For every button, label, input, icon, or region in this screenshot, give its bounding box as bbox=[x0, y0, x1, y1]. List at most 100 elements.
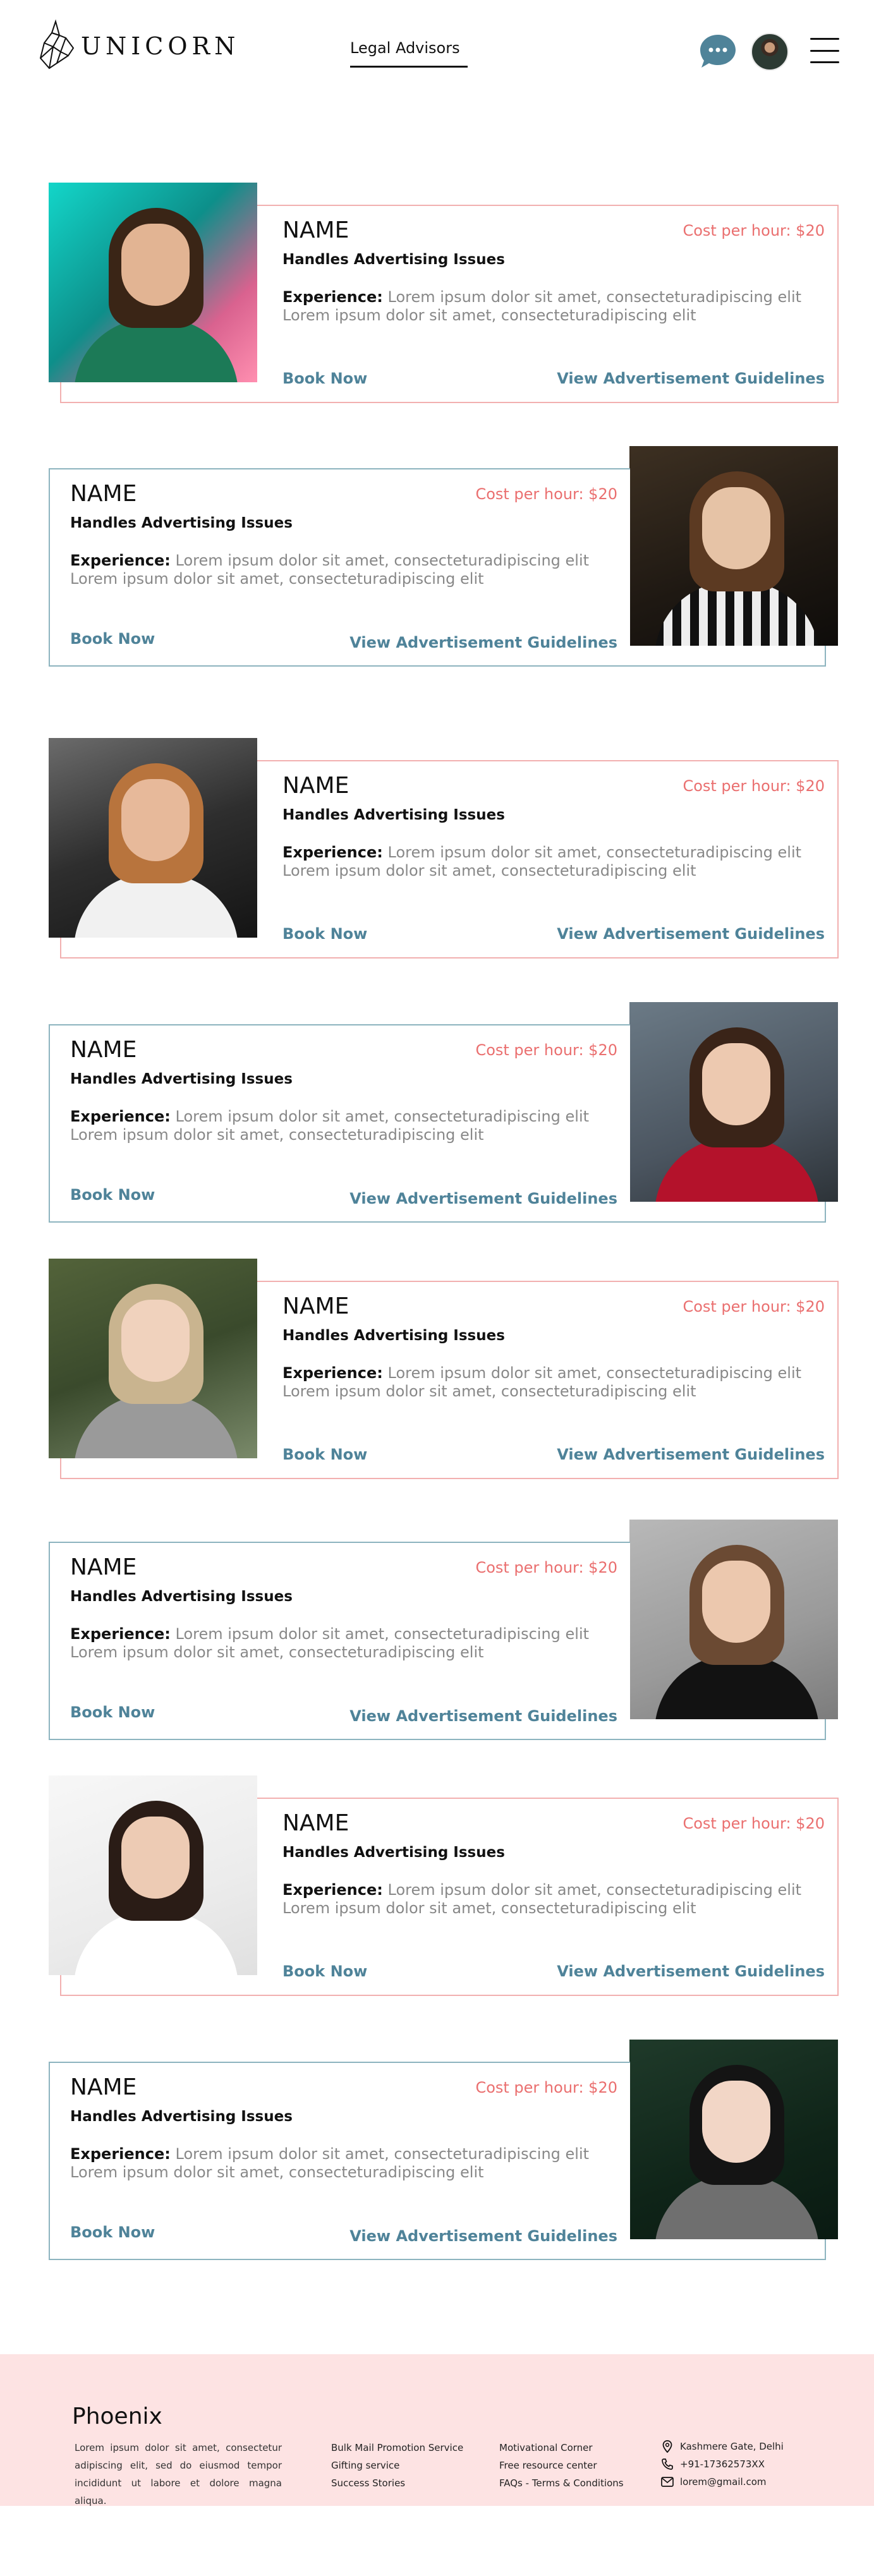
advisor-role: Handles Advertising Issues bbox=[282, 1844, 505, 1861]
advisor-role: Handles Advertising Issues bbox=[70, 1588, 293, 1605]
advisor-card: NAME Handles Advertising Issues Cost per h… bbox=[0, 1775, 874, 1996]
advisor-cost: Cost per hour: $20 bbox=[683, 1298, 825, 1315]
advisor-experience: Experience: Lorem ipsum dolor sit amet, … bbox=[70, 552, 607, 588]
footer-brand: Phoenix bbox=[72, 2404, 162, 2429]
advisor-info: NAME Handles Advertising Issues Cost per h… bbox=[49, 1024, 630, 1223]
advisor-name: NAME bbox=[70, 1554, 137, 1580]
advisor-info: NAME Handles Advertising Issues Cost per h… bbox=[49, 1542, 630, 1740]
advisor-experience: Experience: Lorem ipsum dolor sit amet, … bbox=[70, 1625, 607, 1662]
book-now-button[interactable]: Book Now bbox=[70, 1703, 155, 1721]
advisor-info: NAME Handles Advertising Issues Cost per h… bbox=[257, 205, 839, 403]
experience-label: Experience: bbox=[282, 1364, 383, 1382]
advisor-card: NAME Handles Advertising Issues Cost per h… bbox=[0, 1259, 874, 1479]
book-now-button[interactable]: Book Now bbox=[70, 630, 155, 648]
advisor-photo bbox=[49, 1259, 257, 1458]
book-now-button[interactable]: Book Now bbox=[282, 1446, 367, 1463]
advisor-cost: Cost per hour: $20 bbox=[683, 222, 825, 239]
book-now-button[interactable]: Book Now bbox=[282, 1962, 367, 1980]
footer-link[interactable]: FAQs - Terms & Conditions bbox=[499, 2474, 624, 2492]
advisor-experience: Experience: Lorem ipsum dolor sit amet, … bbox=[282, 1881, 820, 1918]
advisor-experience: Experience: Lorem ipsum dolor sit amet, … bbox=[282, 844, 820, 880]
view-guidelines-link[interactable]: View Advertisement Guidelines bbox=[349, 1707, 617, 1725]
phone-icon bbox=[661, 2458, 674, 2470]
unicorn-head-icon bbox=[39, 19, 75, 70]
advisor-photo bbox=[49, 183, 257, 382]
experience-label: Experience: bbox=[282, 844, 383, 861]
book-now-button[interactable]: Book Now bbox=[282, 370, 367, 387]
mail-icon bbox=[661, 2476, 674, 2488]
chat-button[interactable] bbox=[699, 33, 737, 69]
advisor-cost: Cost per hour: $20 bbox=[475, 1559, 617, 1576]
brand-logo[interactable]: UNICORN bbox=[38, 19, 240, 73]
advisor-cost: Cost per hour: $20 bbox=[475, 1041, 617, 1059]
advisor-experience: Experience: Lorem ipsum dolor sit amet, … bbox=[282, 288, 820, 325]
hamburger-menu-icon[interactable] bbox=[810, 35, 839, 66]
advisor-cost: Cost per hour: $20 bbox=[683, 1815, 825, 1832]
footer-link[interactable]: Gifting service bbox=[331, 2457, 463, 2474]
site-footer: Phoenix Lorem ipsum dolor sit amet, cons… bbox=[0, 2354, 874, 2506]
advisor-name: NAME bbox=[282, 217, 349, 243]
advisor-role: Handles Advertising Issues bbox=[70, 515, 293, 531]
site-header: UNICORN Legal Advisors bbox=[0, 0, 874, 101]
advisor-card: NAME Handles Advertising Issues Cost per h… bbox=[0, 738, 874, 958]
advisor-info: NAME Handles Advertising Issues Cost per h… bbox=[257, 760, 839, 958]
advisor-experience: Experience: Lorem ipsum dolor sit amet, … bbox=[70, 1108, 607, 1144]
advisor-cost: Cost per hour: $20 bbox=[683, 777, 825, 795]
experience-label: Experience: bbox=[282, 1881, 383, 1899]
advisor-photo bbox=[629, 2040, 838, 2239]
view-guidelines-link[interactable]: View Advertisement Guidelines bbox=[557, 1446, 825, 1463]
experience-label: Experience: bbox=[70, 1108, 171, 1125]
advisor-cost: Cost per hour: $20 bbox=[475, 2079, 617, 2096]
footer-links-resources: Motivational Corner Free resource center… bbox=[499, 2439, 624, 2492]
advisor-card: NAME Handles Advertising Issues Cost per h… bbox=[0, 1002, 874, 1223]
experience-label: Experience: bbox=[70, 552, 171, 569]
advisor-photo bbox=[629, 446, 838, 646]
footer-link[interactable]: Free resource center bbox=[499, 2457, 624, 2474]
experience-label: Experience: bbox=[70, 2145, 171, 2163]
footer-link[interactable]: Bulk Mail Promotion Service bbox=[331, 2439, 463, 2457]
advisor-name: NAME bbox=[70, 481, 137, 507]
view-guidelines-link[interactable]: View Advertisement Guidelines bbox=[349, 634, 617, 651]
book-now-button[interactable]: Book Now bbox=[70, 2223, 155, 2241]
footer-contact: Kashmere Gate, Delhi +91-17362573XX lore… bbox=[661, 2438, 784, 2491]
contact-address: Kashmere Gate, Delhi bbox=[680, 2441, 784, 2452]
advisor-name: NAME bbox=[282, 1293, 349, 1319]
contact-email[interactable]: lorem@gmail.com bbox=[680, 2476, 767, 2488]
experience-label: Experience: bbox=[70, 1625, 171, 1643]
advisor-name: NAME bbox=[70, 2074, 137, 2100]
advisor-name: NAME bbox=[282, 773, 349, 799]
experience-label: Experience: bbox=[282, 288, 383, 306]
brand-name: UNICORN bbox=[81, 32, 240, 60]
tab-legal-advisors[interactable]: Legal Advisors bbox=[350, 39, 468, 68]
advisor-role: Handles Advertising Issues bbox=[70, 1071, 293, 1087]
footer-description: Lorem ipsum dolor sit amet, consectetur … bbox=[75, 2442, 282, 2506]
advisor-card: NAME Handles Advertising Issues Cost per h… bbox=[0, 183, 874, 403]
advisor-info: NAME Handles Advertising Issues Cost per h… bbox=[49, 2062, 630, 2260]
advisor-role: Handles Advertising Issues bbox=[282, 807, 505, 823]
book-now-button[interactable]: Book Now bbox=[70, 1186, 155, 1204]
view-guidelines-link[interactable]: View Advertisement Guidelines bbox=[557, 1962, 825, 1980]
advisor-role: Handles Advertising Issues bbox=[282, 251, 505, 268]
advisor-card: NAME Handles Advertising Issues Cost per h… bbox=[0, 1520, 874, 1740]
view-guidelines-link[interactable]: View Advertisement Guidelines bbox=[557, 925, 825, 943]
footer-link[interactable]: Motivational Corner bbox=[499, 2439, 624, 2457]
advisor-info: NAME Handles Advertising Issues Cost per h… bbox=[257, 1798, 839, 1996]
user-avatar[interactable] bbox=[751, 33, 789, 71]
view-guidelines-link[interactable]: View Advertisement Guidelines bbox=[349, 2227, 617, 2245]
advisor-name: NAME bbox=[70, 1037, 137, 1063]
advisor-photo bbox=[49, 1775, 257, 1975]
location-pin-icon bbox=[661, 2440, 674, 2453]
chat-bubble-icon bbox=[700, 35, 736, 68]
advisor-photo bbox=[629, 1520, 838, 1719]
footer-links-services: Bulk Mail Promotion Service Gifting serv… bbox=[331, 2439, 463, 2492]
advisor-photo bbox=[629, 1002, 838, 1202]
advisor-role: Handles Advertising Issues bbox=[282, 1327, 505, 1344]
footer-link[interactable]: Success Stories bbox=[331, 2474, 463, 2492]
advisor-role: Handles Advertising Issues bbox=[70, 2108, 293, 2125]
book-now-button[interactable]: Book Now bbox=[282, 925, 367, 943]
view-guidelines-link[interactable]: View Advertisement Guidelines bbox=[557, 370, 825, 387]
contact-phone[interactable]: +91-17362573XX bbox=[680, 2458, 765, 2470]
view-guidelines-link[interactable]: View Advertisement Guidelines bbox=[349, 1190, 617, 1207]
advisor-photo bbox=[49, 738, 257, 938]
advisor-experience: Experience: Lorem ipsum dolor sit amet, … bbox=[70, 2145, 607, 2182]
